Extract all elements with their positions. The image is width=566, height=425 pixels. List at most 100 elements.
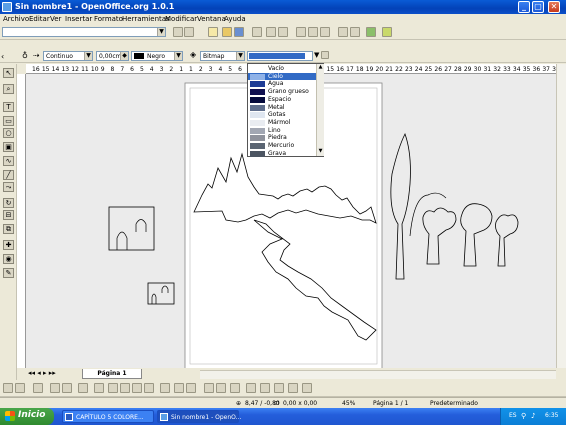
save-icon[interactable] xyxy=(234,27,244,37)
bitmap-option[interactable]: Vacío xyxy=(248,65,316,73)
chevron-down-icon[interactable]: ▼ xyxy=(84,52,92,60)
exit-group-icon[interactable] xyxy=(246,383,256,393)
object-icon[interactable] xyxy=(288,383,298,393)
edit-document-icon[interactable] xyxy=(252,27,262,37)
double-click-text-icon[interactable] xyxy=(204,383,214,393)
align-icon[interactable]: ⊟ xyxy=(3,210,14,220)
text-area-icon[interactable] xyxy=(230,383,240,393)
scroll-up-icon[interactable]: ▲ xyxy=(317,64,324,71)
quick-edit-icon[interactable] xyxy=(216,383,226,393)
glue-point-icon[interactable] xyxy=(33,383,43,393)
text-icon[interactable]: T xyxy=(3,102,14,112)
status-zoom[interactable]: 45% xyxy=(342,400,355,407)
rectangle-icon[interactable]: ▭ xyxy=(3,116,14,126)
task-item-word[interactable]: CAPÍTULO 5 COLORE... xyxy=(62,410,154,423)
close-button[interactable]: ✕ xyxy=(548,1,560,13)
undo-icon[interactable] xyxy=(338,27,348,37)
tree-cypress[interactable] xyxy=(390,132,411,280)
ellipse-icon[interactable]: ○ xyxy=(3,128,14,138)
bitmap-dropdown-list[interactable]: Vacío Cielo Agua Grano grueso Espacio Metal Go… xyxy=(247,63,324,157)
grid-icon[interactable] xyxy=(50,383,60,393)
cut-icon[interactable] xyxy=(296,27,306,37)
rotate-icon[interactable] xyxy=(15,383,25,393)
menu-herramientas[interactable]: Herramientas xyxy=(122,15,170,23)
select-icon[interactable] xyxy=(3,383,13,393)
handles-icon[interactable] xyxy=(160,383,170,393)
bitmap-option[interactable]: Agua xyxy=(248,80,316,88)
bitmap-option[interactable]: Grano grueso xyxy=(248,88,316,96)
start-button[interactable]: Inicio xyxy=(0,408,54,425)
eyedropper-icon[interactable]: ✎ xyxy=(3,268,14,278)
line-style-select[interactable]: Continuo ▼ xyxy=(43,51,93,61)
bitmap-option[interactable]: Metal xyxy=(248,104,316,112)
url-combo[interactable]: ▼ xyxy=(2,27,166,37)
select-arrow-icon[interactable]: ↖ xyxy=(3,68,14,78)
snap-page-icon[interactable] xyxy=(144,383,154,393)
bitmap-option[interactable]: Mercurio xyxy=(248,142,316,150)
tree-round[interactable] xyxy=(422,207,457,265)
bitmap-option[interactable]: Mármol xyxy=(248,119,316,127)
paste-icon[interactable] xyxy=(320,27,330,37)
bitmap-option[interactable]: Piedra xyxy=(248,134,316,142)
bitmap-option[interactable]: Gotas xyxy=(248,111,316,119)
new-document-icon[interactable] xyxy=(208,27,218,37)
outline-icon[interactable] xyxy=(186,383,196,393)
spellcheck-icon[interactable] xyxy=(278,27,288,37)
redo-icon[interactable] xyxy=(350,27,360,37)
3d-object-icon[interactable]: ▣ xyxy=(3,142,14,152)
menu-editar[interactable]: Editar xyxy=(29,15,50,23)
line-icon[interactable]: ♁ xyxy=(22,51,28,60)
language-indicator[interactable]: ES xyxy=(509,412,517,419)
maximize-button[interactable]: ▢ xyxy=(532,1,544,13)
snap-lines-icon[interactable] xyxy=(62,383,72,393)
building-large[interactable] xyxy=(108,206,155,251)
bitmap-select[interactable] xyxy=(247,51,313,61)
area-style-select[interactable]: Bitmap ▼ xyxy=(200,51,245,61)
copy-icon[interactable] xyxy=(308,27,318,37)
menu-modificar[interactable]: Modificar xyxy=(165,15,197,23)
collapse-arrow-icon[interactable]: ‹ xyxy=(1,52,4,61)
color-mode-icon[interactable] xyxy=(260,383,270,393)
tab-page-1[interactable]: Página 1 xyxy=(82,369,142,379)
bitmap-option[interactable]: Lino xyxy=(248,127,316,135)
tray-icon[interactable]: ⚲ xyxy=(521,412,526,420)
gallery-icon[interactable] xyxy=(382,27,392,37)
stepper-icon[interactable]: ◆ xyxy=(120,52,128,60)
snap-icon[interactable] xyxy=(78,383,88,393)
minimize-button[interactable]: _ xyxy=(518,1,530,13)
navigator-icon[interactable] xyxy=(366,27,376,37)
line-color-select[interactable]: Negro ▼ xyxy=(131,51,183,61)
print-icon[interactable] xyxy=(266,27,276,37)
snap-margin-icon[interactable] xyxy=(132,383,142,393)
arrange-icon[interactable]: ⧉ xyxy=(3,224,14,234)
tree-small[interactable] xyxy=(495,214,519,267)
arrow-style-icon[interactable]: ⇢ xyxy=(33,51,40,60)
dropdown-scrollbar[interactable]: ▲ ▼ xyxy=(316,64,324,156)
big-handles-icon[interactable] xyxy=(174,383,184,393)
scroll-down-icon[interactable]: ▼ xyxy=(317,148,324,155)
menu-insertar[interactable]: Insertar xyxy=(65,15,92,23)
curve-icon[interactable]: ∿ xyxy=(3,156,14,166)
area-fill-icon[interactable]: ◈ xyxy=(190,50,196,59)
menu-ayuda[interactable]: Ayuda xyxy=(224,15,246,23)
3d-controller-icon[interactable]: ◉ xyxy=(3,254,14,264)
chevron-down-icon[interactable]: ▼ xyxy=(157,28,165,36)
zoom-icon[interactable]: ⌕ xyxy=(3,84,14,94)
task-item-openoffice[interactable]: Sin nombre1 - OpenO... xyxy=(157,410,241,423)
edit-file-icon[interactable] xyxy=(184,27,194,37)
chevron-down-icon[interactable]: ▼ xyxy=(314,51,319,59)
insert-icon[interactable]: ✚ xyxy=(3,240,14,250)
expand-icon[interactable] xyxy=(302,383,312,393)
volume-icon[interactable]: ♪ xyxy=(531,412,535,420)
snap-frame-icon[interactable] xyxy=(108,383,118,393)
stop-icon[interactable] xyxy=(173,27,183,37)
shadow-icon[interactable] xyxy=(321,51,329,59)
menu-ventana[interactable]: Ventana xyxy=(197,15,226,23)
preview-icon[interactable] xyxy=(274,383,284,393)
horizontal-scrollbar[interactable] xyxy=(200,370,556,379)
line-width-field[interactable]: 0,00cm ◆ xyxy=(96,51,129,61)
bitmap-option[interactable]: Cielo xyxy=(248,72,316,81)
connector-icon[interactable]: ⤳ xyxy=(3,182,14,192)
snap-border-icon[interactable] xyxy=(94,383,104,393)
vertical-scrollbar[interactable] xyxy=(556,64,566,368)
